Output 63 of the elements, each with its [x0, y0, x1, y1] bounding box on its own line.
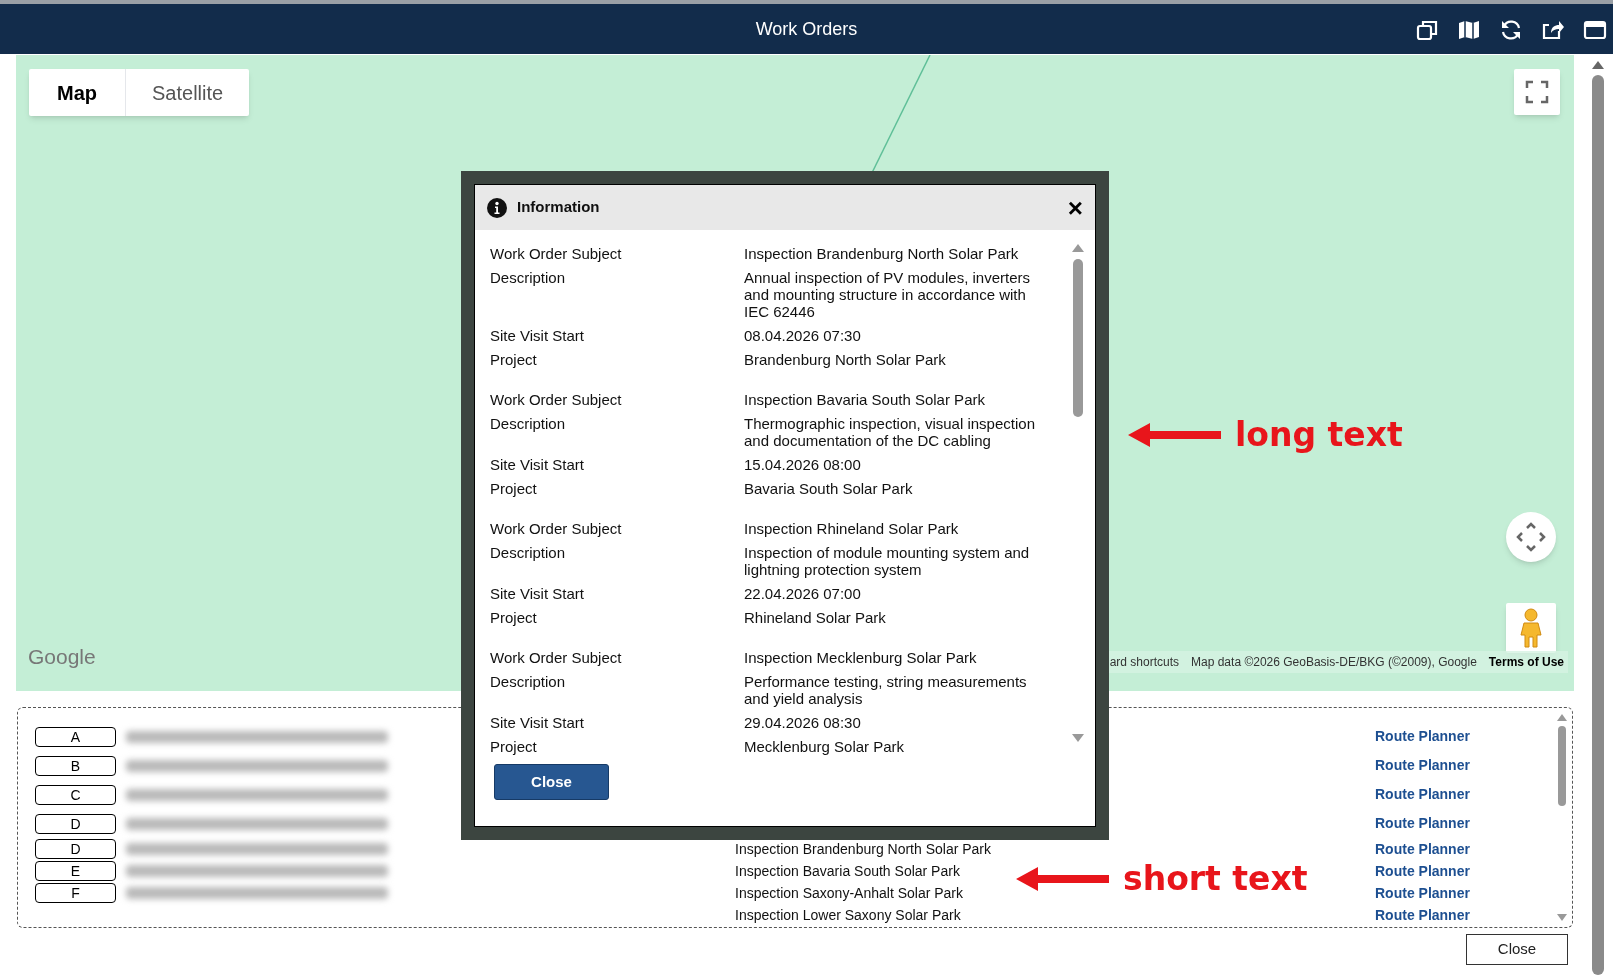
- subject-text: Inspection Bavaria South Solar Park: [735, 863, 960, 879]
- field-value: 22.04.2026 07:00: [744, 585, 862, 602]
- field-value: Inspection of module mounting system and lightning protection system: [744, 544, 1031, 578]
- close-button[interactable]: Close: [494, 764, 609, 800]
- field-label: Project: [490, 738, 538, 755]
- route-planner-link[interactable]: Route Planner: [1375, 838, 1470, 860]
- field-value: 15.04.2026 08:00: [744, 456, 862, 473]
- map-logo: Google: [28, 644, 96, 670]
- subject-text: Inspection Brandenburg North Solar Park: [735, 841, 992, 857]
- field-label: Work Order Subject: [490, 245, 623, 262]
- field-label: Work Order Subject: [490, 391, 623, 408]
- field-value: Annual inspection of PV modules, inverters and mounting structure in accordance with IEC 62446: [744, 269, 1031, 320]
- window-title: Work Orders: [755, 17, 858, 41]
- route-planner-link[interactable]: Route Planner: [1375, 882, 1470, 904]
- annotation-label: short text: [1123, 862, 1308, 895]
- field-value: Bavaria South Solar Park: [744, 480, 914, 497]
- route-planner-link[interactable]: Route Planner: [1375, 755, 1470, 776]
- field-label: Site Visit Start: [490, 456, 585, 473]
- letter-button[interactable]: B: [35, 755, 116, 776]
- field-label: Work Order Subject: [490, 520, 623, 537]
- field-value: Thermographic inspection, visual inspection and documentation of the DC cabling: [744, 415, 1036, 449]
- field-value: Performance testing, string measurements and yield analysis: [744, 673, 1028, 707]
- field-label: Description: [490, 544, 567, 563]
- field-value: Brandenburg North Solar Park: [744, 351, 947, 368]
- field-value: 29.04.2026 08:30: [744, 714, 862, 731]
- letter-button[interactable]: D: [35, 839, 116, 859]
- attribution-text: Map data ©2026 GeoBasis-DE/BKG (©2009), Google: [1191, 654, 1477, 671]
- field-label: Work Order Subject: [490, 649, 623, 666]
- letter-button[interactable]: C: [35, 784, 116, 805]
- field-label: Description: [490, 415, 567, 434]
- subject-text: Inspection Lower Saxony Solar Park: [735, 907, 961, 923]
- letter-button[interactable]: D: [35, 813, 116, 834]
- field-label: Description: [490, 673, 567, 692]
- route-planner-link[interactable]: Route Planner: [1375, 784, 1470, 805]
- field-label: Project: [490, 351, 538, 368]
- letter-button[interactable]: F: [35, 883, 116, 903]
- field-label: Site Visit Start: [490, 714, 585, 731]
- terms-link[interactable]: Terms of Use: [1488, 653, 1564, 671]
- route-planner-link[interactable]: Route Planner: [1375, 813, 1470, 834]
- field-value: Inspection Mecklenburg Solar Park: [744, 649, 978, 666]
- field-value: Mecklenburg Solar Park: [744, 738, 906, 755]
- field-value: Inspection Rhineland Solar Park: [744, 520, 960, 537]
- dialog-title: Information: [517, 197, 600, 218]
- subject-text: Inspection Saxony-Anhalt Solar Park: [735, 885, 963, 901]
- field-value: Rhineland Solar Park: [744, 609, 887, 626]
- annotation-label: long text: [1235, 418, 1403, 451]
- attribution-text[interactable]: ard shortcuts: [1109, 653, 1179, 671]
- field-label: Project: [490, 480, 538, 497]
- field-label: Site Visit Start: [490, 585, 585, 602]
- route-planner-link[interactable]: Route Planner: [1375, 860, 1470, 882]
- close-button[interactable]: Close: [1466, 934, 1568, 965]
- letter-button[interactable]: E: [35, 861, 116, 881]
- map-type-tab[interactable]: Map: [29, 69, 125, 116]
- route-planner-link[interactable]: Route Planner: [1375, 726, 1470, 747]
- route-planner-link[interactable]: Route Planner: [1375, 904, 1470, 926]
- letter-button[interactable]: A: [35, 726, 116, 747]
- field-label: Project: [490, 609, 538, 626]
- map-type-tab[interactable]: Satellite: [125, 69, 250, 116]
- field-value: Inspection Brandenburg North Solar Park: [744, 245, 1020, 262]
- field-label: Site Visit Start: [490, 327, 585, 344]
- field-value: Inspection Bavaria South Solar Park: [744, 391, 986, 408]
- field-label: Description: [490, 269, 567, 288]
- field-value: 08.04.2026 07:30: [744, 327, 862, 344]
